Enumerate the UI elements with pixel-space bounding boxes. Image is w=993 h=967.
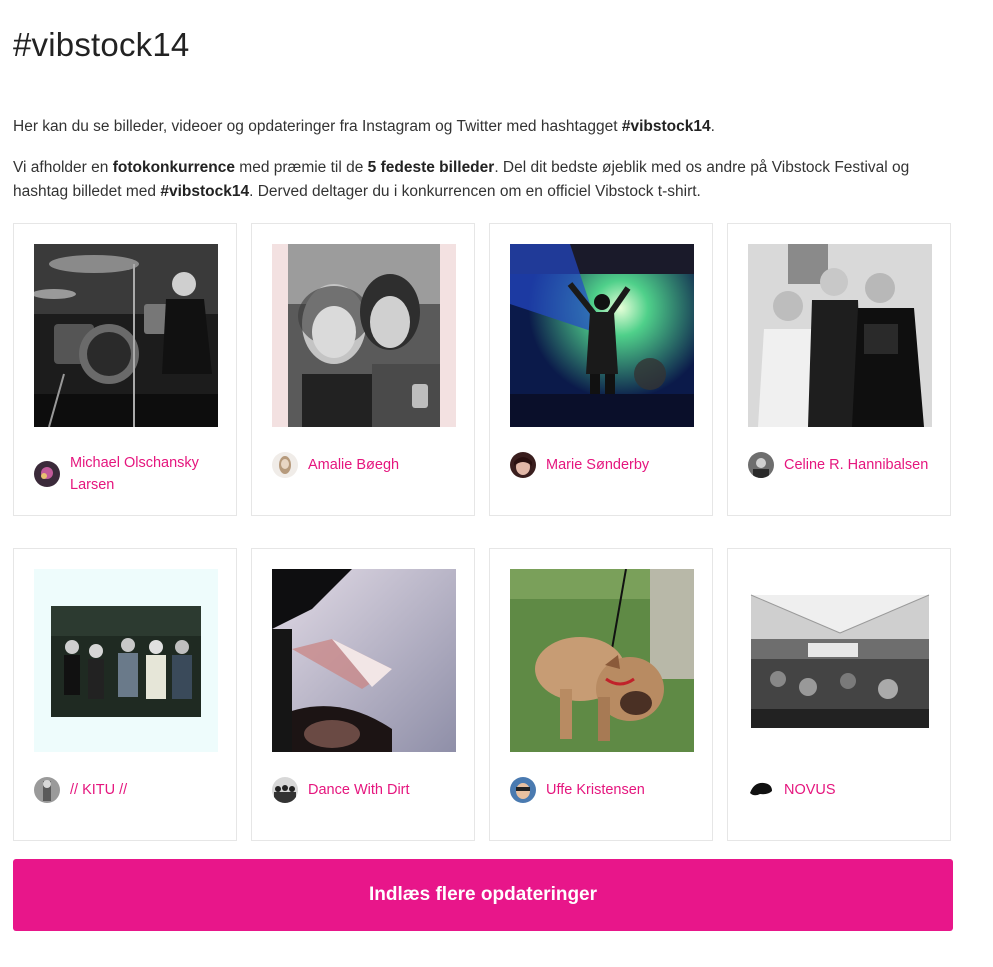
- author-avatar[interactable]: [34, 461, 60, 487]
- group-photo-icon: [748, 244, 932, 427]
- feed-photo[interactable]: [748, 244, 932, 427]
- avatar-icon: [34, 461, 60, 487]
- load-more-button[interactable]: Indlæs flere opdateringer: [13, 859, 953, 931]
- intro-paragraph-2: Vi afholder en fotokonkurrence med præmi…: [13, 156, 963, 204]
- band-photo-icon: [34, 569, 218, 752]
- intro-text-span: Her kan du se billeder, videoer og opdat…: [13, 118, 622, 135]
- page-title: #vibstock14: [13, 26, 190, 63]
- author-row[interactable]: Marie Sønderby: [510, 452, 700, 478]
- concert-photo-icon: [748, 569, 932, 752]
- author-avatar[interactable]: [510, 777, 536, 803]
- author-avatar[interactable]: [510, 452, 536, 478]
- hashtag-bold: #vibstock14: [621, 118, 711, 135]
- feed-photo[interactable]: [34, 569, 218, 752]
- feed-card[interactable]: NOVUS: [727, 548, 951, 841]
- avatar-icon: [510, 452, 536, 478]
- avatar-icon: [510, 777, 536, 803]
- author-name-link[interactable]: Amalie Bøegh: [308, 454, 399, 476]
- author-name-link[interactable]: Uffe Kristensen: [546, 779, 645, 801]
- feed-photo[interactable]: [272, 244, 456, 427]
- author-avatar[interactable]: [748, 452, 774, 478]
- author-row[interactable]: Amalie Bøegh: [272, 452, 462, 478]
- author-row[interactable]: Michael Olschansky Larsen: [34, 452, 224, 496]
- author-row[interactable]: // KITU //: [34, 777, 224, 803]
- author-row[interactable]: Celine R. Hannibalsen: [748, 452, 938, 478]
- hashtag-bold: #vibstock14: [160, 183, 250, 200]
- feed-card[interactable]: Uffe Kristensen: [489, 548, 713, 841]
- author-name-link[interactable]: NOVUS: [784, 779, 836, 801]
- author-avatar[interactable]: [272, 777, 298, 803]
- feed-photo[interactable]: [34, 244, 218, 427]
- author-row[interactable]: NOVUS: [748, 777, 938, 803]
- avatar-icon: [272, 777, 298, 803]
- feed-card[interactable]: Michael Olschansky Larsen: [13, 223, 237, 516]
- contest-bold: fotokonkurrence: [112, 159, 235, 176]
- author-name-link[interactable]: Michael Olschansky Larsen: [70, 452, 224, 496]
- feed-card[interactable]: Celine R. Hannibalsen: [727, 223, 951, 516]
- feed-photo[interactable]: [510, 244, 694, 427]
- feed-photo[interactable]: [510, 569, 694, 752]
- selfie-photo-icon: [272, 244, 456, 427]
- author-avatar[interactable]: [34, 777, 60, 803]
- author-avatar[interactable]: [272, 452, 298, 478]
- author-avatar[interactable]: [748, 777, 774, 803]
- prize-bold: 5 fedeste billeder: [367, 159, 495, 176]
- author-name-link[interactable]: Celine R. Hannibalsen: [784, 454, 928, 476]
- avatar-icon: [34, 777, 60, 803]
- author-row[interactable]: Uffe Kristensen: [510, 777, 700, 803]
- feed-card[interactable]: Amalie Bøegh: [251, 223, 475, 516]
- feed-card[interactable]: Dance With Dirt: [251, 548, 475, 841]
- tent-photo-icon: [272, 569, 456, 752]
- stage-photo-icon: [510, 244, 694, 427]
- intro-text: Her kan du se billeder, videoer og opdat…: [13, 115, 963, 221]
- photo-feed-grid: Michael Olschansky Larsen Amalie Bøegh M…: [13, 223, 953, 841]
- intro-text-span: Vi afholder en: [13, 159, 113, 176]
- feed-card[interactable]: // KITU //: [13, 548, 237, 841]
- author-name-link[interactable]: Dance With Dirt: [308, 779, 410, 801]
- avatar-icon: [748, 777, 774, 803]
- intro-text-span: . Derved deltager du i konkurrencen om e…: [249, 183, 701, 200]
- author-name-link[interactable]: Marie Sønderby: [546, 454, 649, 476]
- drummer-photo-icon: [34, 244, 218, 427]
- feed-card[interactable]: Marie Sønderby: [489, 223, 713, 516]
- intro-paragraph-1: Her kan du se billeder, videoer og opdat…: [13, 115, 963, 139]
- feed-photo[interactable]: [748, 569, 932, 752]
- avatar-icon: [272, 452, 298, 478]
- author-name-link[interactable]: // KITU //: [70, 779, 127, 801]
- dog-photo-icon: [510, 569, 694, 752]
- intro-text-span: .: [710, 118, 715, 135]
- feed-photo[interactable]: [272, 569, 456, 752]
- avatar-icon: [748, 452, 774, 478]
- author-row[interactable]: Dance With Dirt: [272, 777, 462, 803]
- intro-text-span: med præmie til de: [235, 159, 368, 176]
